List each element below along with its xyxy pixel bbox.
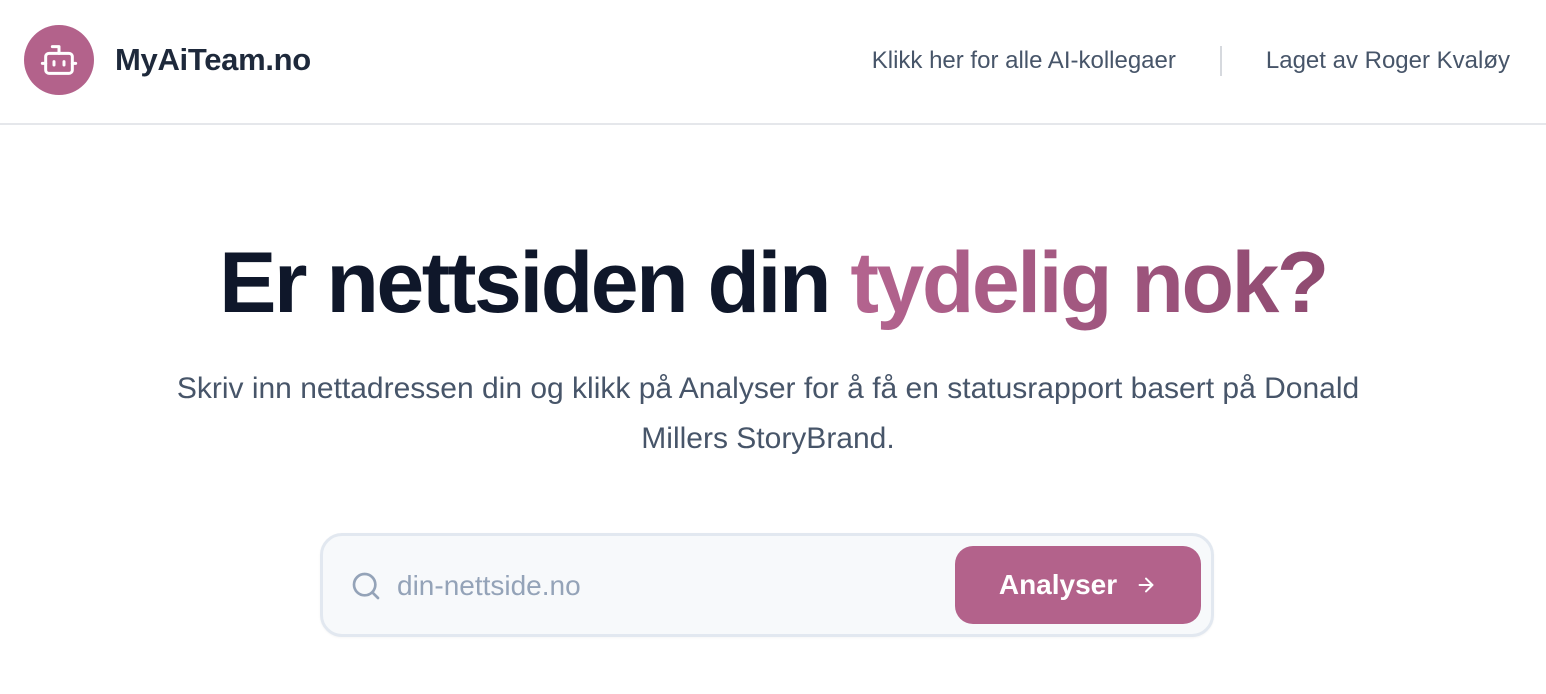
hero-title: Er nettsiden din tydelig nok? <box>0 228 1546 338</box>
nav-link-all-ai-colleagues[interactable]: Klikk her for alle AI-kollegaer <box>872 47 1176 75</box>
hero-subtitle: Skriv inn nettadressen din og klikk på A… <box>176 372 1360 455</box>
main-nav: Klikk her for alle AI-kollegaer Laget av… <box>872 42 1510 80</box>
brand-home-link[interactable]: MyAiTeam.no <box>24 25 311 95</box>
site-header: MyAiTeam.no Klikk her for alle AI-kolleg… <box>0 0 1546 125</box>
nav-link-made-by[interactable]: Laget av Roger Kvaløy <box>1266 47 1510 75</box>
url-input[interactable] <box>397 556 937 616</box>
nav-divider <box>1219 46 1222 76</box>
hero-title-main: Er nettsiden din <box>219 235 851 331</box>
url-search-form: Analyser <box>320 533 1214 637</box>
arrow-right-icon <box>1138 577 1154 593</box>
analyse-button-label: Analyser <box>998 569 1118 600</box>
hero-title-accent: tydelig nok? <box>850 235 1329 331</box>
robot-icon <box>24 25 94 95</box>
brand-name: MyAiTeam.no <box>115 42 311 77</box>
analyse-button[interactable]: Analyser <box>955 546 1201 624</box>
search-icon <box>352 572 380 600</box>
